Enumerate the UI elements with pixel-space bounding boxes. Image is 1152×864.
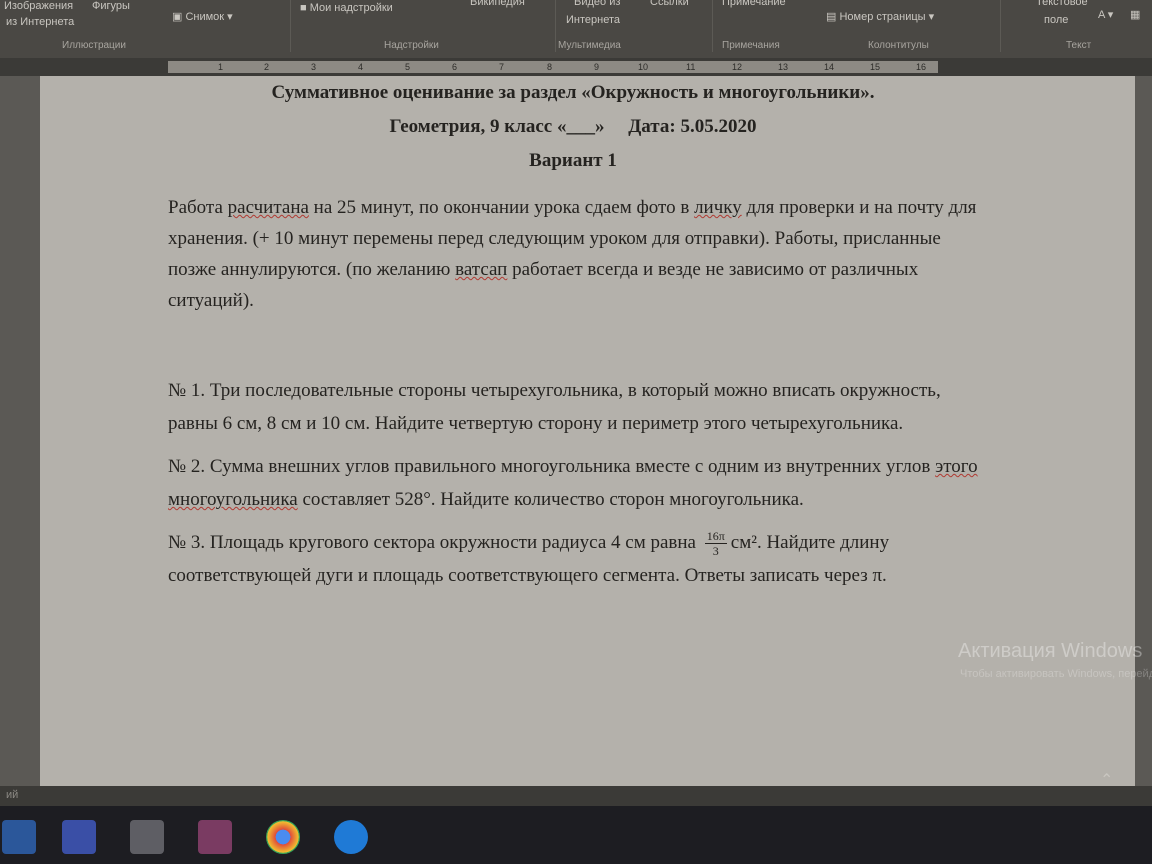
pen-icon[interactable] [62, 820, 96, 854]
subject-class-text: Геометрия, 9 класс «___» [389, 116, 605, 137]
ribbon-textbox-button[interactable]: Текстовое [1036, 0, 1088, 8]
document-canvas: Суммативное оценивание за раздел «Окружн… [0, 76, 1152, 816]
ribbon-online-pictures-button[interactable]: из Интернета [6, 16, 74, 28]
fraction-denominator: 3 [712, 544, 719, 559]
ruler-tick: 12 [732, 62, 743, 72]
camera-icon: ▣ [172, 11, 186, 23]
ribbon-my-addins-button[interactable]: ■ Мои надстройки [300, 2, 393, 14]
ruler-tick: 7 [499, 62, 505, 72]
ribbon-screenshot-button[interactable]: ▣ Снимок ▾ [172, 10, 233, 23]
task-2: № 2. Сумма внешних углов правильного мно… [168, 450, 978, 516]
spelling-error-word[interactable]: личку [694, 197, 742, 218]
ribbon-textbox-label: поле [1044, 14, 1069, 26]
document-body[interactable]: Суммативное оценивание за раздел «Окружн… [168, 82, 978, 602]
task-text: № 3. Площадь кругового сектора окружност… [168, 532, 696, 553]
winrar-icon[interactable] [198, 820, 232, 854]
ruler-bar: 1 2 3 4 5 6 7 8 9 10 11 12 13 14 15 16 [168, 61, 938, 73]
variant-heading: Вариант 1 [529, 150, 617, 171]
ruler-tick: 11 [686, 62, 696, 72]
ruler-tick: 15 [870, 62, 881, 72]
date-text: Дата: 5.05.2020 [628, 116, 757, 137]
ruler-tick: 2 [264, 62, 270, 72]
intro-text: на 25 минут, по окончании урока сдаем фо… [313, 197, 690, 218]
ruler-tick: 9 [594, 62, 600, 72]
ribbon-divider [290, 0, 291, 52]
chrome-icon[interactable] [266, 820, 300, 854]
taskbar [0, 806, 1152, 864]
fraction-numerator: 16π [704, 529, 727, 545]
ribbon: Изображения Фигуры из Интернета ▣ Снимок… [0, 0, 1152, 58]
word-icon[interactable] [2, 820, 36, 854]
spelling-error-word[interactable]: расчитана [228, 197, 309, 218]
page-number-icon: ▤ [826, 11, 840, 23]
addins-icon: ■ [300, 2, 310, 14]
unit-text: см². [730, 532, 762, 553]
document-subtitle: Геометрия, 9 класс «___» Дата: 5.05.2020 [168, 116, 978, 138]
wordart-icon[interactable]: A ▾ [1098, 8, 1113, 21]
task-1: № 1. Три последовательные стороны четыре… [168, 380, 941, 434]
status-text: ий [6, 789, 19, 801]
group-illustrations-label: Иллюстрации [62, 40, 126, 51]
ribbon-page-number-button[interactable]: ▤ Номер страницы ▾ [826, 10, 934, 23]
ribbon-links-button[interactable]: Ссылки [650, 0, 689, 8]
ruler-tick: 5 [405, 62, 411, 72]
activation-watermark: Активация Windows [958, 640, 1143, 662]
dropcap-icon[interactable]: ▦ [1130, 8, 1140, 21]
ribbon-images-button[interactable]: Изображения [4, 0, 73, 12]
ruler-tick: 4 [358, 62, 364, 72]
ruler-tick: 13 [778, 62, 789, 72]
ribbon-divider [712, 0, 713, 52]
task-text: составляет 528°. Найдите количество стор… [302, 489, 804, 510]
task-3: № 3. Площадь кругового сектора окружност… [168, 526, 978, 592]
ribbon-divider [1000, 0, 1001, 52]
ruler-tick: 10 [638, 62, 649, 72]
ruler-tick: 3 [311, 62, 317, 72]
group-media-label: Мультимедиа [558, 40, 621, 51]
ruler-tick: 14 [824, 62, 835, 72]
group-header-footer-label: Колонтитулы [868, 40, 929, 51]
instructions-paragraph: Работа расчитана на 25 минут, по окончан… [168, 192, 978, 316]
ruler-tick: 1 [218, 62, 224, 72]
calculator-icon[interactable] [130, 820, 164, 854]
spelling-error-word[interactable]: ватсап [455, 259, 507, 280]
intro-text: Работа [168, 197, 223, 218]
fraction: 16π 3 [704, 529, 727, 559]
group-text-label: Текст [1066, 40, 1092, 51]
status-bar: ий [0, 786, 1152, 806]
edge-icon[interactable] [334, 820, 368, 854]
ruler-tick: 6 [452, 62, 458, 72]
ribbon-comment-button[interactable]: Примечание [722, 0, 786, 8]
ribbon-online-video-label: Интернета [566, 14, 620, 26]
ribbon-online-video-button[interactable]: Видео из [574, 0, 620, 8]
horizontal-ruler[interactable]: 1 2 3 4 5 6 7 8 9 10 11 12 13 14 15 16 [0, 58, 1152, 76]
ruler-tick: 8 [547, 62, 553, 72]
ribbon-wikipedia-button[interactable]: Википедия [470, 0, 525, 8]
ribbon-divider [555, 0, 556, 52]
ruler-tick: 16 [916, 62, 927, 72]
document-title: Суммативное оценивание за раздел «Окружн… [271, 82, 875, 103]
chevron-up-icon[interactable]: ⌃ [1100, 770, 1113, 790]
group-comments-label: Примечания [722, 40, 780, 51]
group-addins-label: Надстройки [384, 40, 439, 51]
ribbon-shapes-button[interactable]: Фигуры [92, 0, 130, 12]
task-text: № 2. Сумма внешних углов правильного мно… [168, 456, 931, 477]
activation-watermark-subtext: Чтобы активировать Windows, перейдите в … [960, 668, 1152, 680]
